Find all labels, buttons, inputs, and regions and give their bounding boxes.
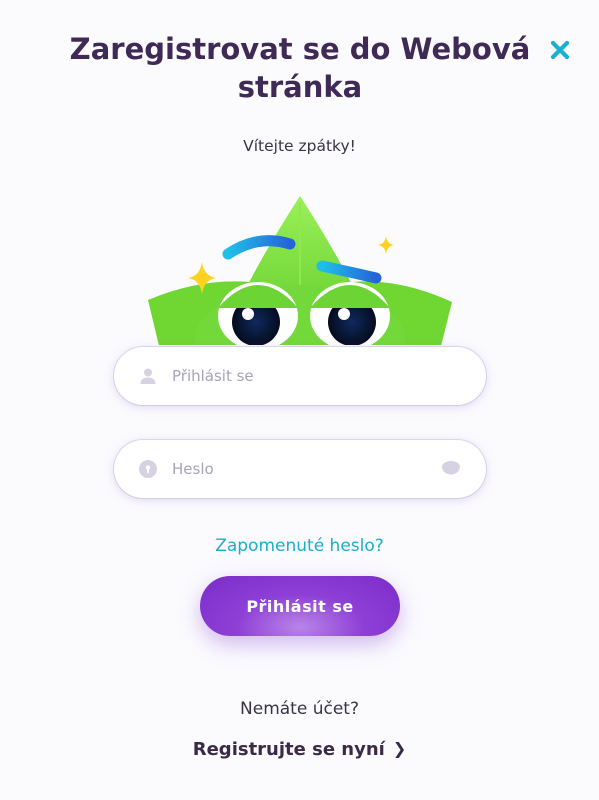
login-button[interactable]: Přihlásit se — [200, 576, 400, 636]
page-title: Zaregistrovat se do Webová stránka — [69, 32, 531, 104]
lock-icon — [139, 460, 157, 478]
eye-icon[interactable] — [440, 459, 462, 479]
register-link-label[interactable]: Registrujte se nyní — [193, 739, 385, 760]
chevron-right-icon[interactable]: ❯ — [393, 739, 406, 758]
username-input[interactable] — [172, 347, 432, 405]
username-field[interactable] — [114, 347, 486, 405]
user-icon — [140, 368, 156, 384]
no-account-text: Nemáte účet? — [240, 699, 359, 719]
welcome-text: Vítejte zpátky! — [243, 137, 356, 155]
register-link[interactable]: Registrujte se nyní ❯ — [0, 739, 599, 760]
close-button[interactable] — [546, 36, 574, 64]
password-input[interactable] — [172, 440, 432, 498]
close-icon[interactable] — [546, 36, 574, 64]
password-field[interactable] — [114, 440, 486, 498]
leaf-mascot-illustration — [148, 196, 452, 345]
login-page: Zaregistrovat se do Webová stránka Vítej… — [0, 0, 599, 800]
forgot-password-link[interactable]: Zapomenuté heslo? — [0, 536, 599, 556]
